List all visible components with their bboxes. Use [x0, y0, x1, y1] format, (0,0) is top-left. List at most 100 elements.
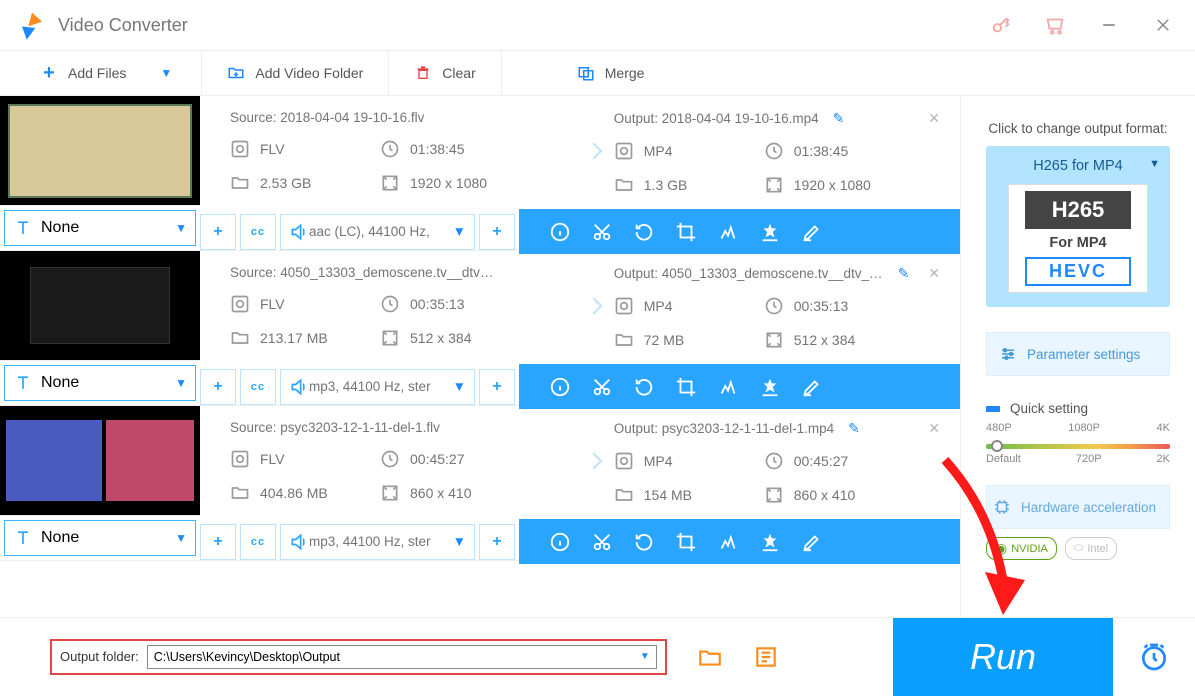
crop-icon[interactable] [675, 531, 697, 553]
merge-button[interactable]: Merge [552, 51, 670, 95]
subtitle-dropdown[interactable]: None ▼ [4, 365, 196, 401]
remove-item-button[interactable]: ✕ [928, 420, 940, 437]
output-folder-box: Output folder: C:\Users\Kevincy\Desktop\… [50, 639, 667, 675]
cart-icon[interactable] [1043, 13, 1067, 37]
add-subtitle-button[interactable]: + [200, 524, 236, 560]
cut-icon[interactable] [591, 221, 613, 243]
video-thumbnail[interactable] [0, 96, 200, 205]
output-resolution: 1920 x 1080 [794, 177, 871, 193]
key-icon[interactable] [989, 13, 1013, 37]
rotate-icon[interactable] [633, 376, 655, 398]
edit-output-button[interactable]: ✎ [833, 110, 845, 127]
effects-icon[interactable] [717, 531, 739, 553]
chevron-down-icon: ▼ [175, 221, 187, 235]
edit-output-button[interactable]: ✎ [898, 265, 910, 282]
parameter-settings-button[interactable]: Parameter settings [986, 332, 1170, 376]
audio-dropdown[interactable]: mp3, 44100 Hz, ster ▼ [280, 524, 475, 560]
edit-icon[interactable] [801, 221, 823, 243]
watermark-icon[interactable] [759, 221, 781, 243]
text-icon [13, 373, 33, 393]
audio-dropdown[interactable]: mp3, 44100 Hz, ster ▼ [280, 369, 475, 405]
crop-icon[interactable] [675, 221, 697, 243]
watermark-icon[interactable] [759, 376, 781, 398]
folder-icon [614, 175, 634, 195]
cc-button[interactable]: cc [240, 369, 276, 405]
cut-icon[interactable] [591, 531, 613, 553]
open-folder-button[interactable] [697, 644, 723, 670]
edit-output-button[interactable]: ✎ [848, 420, 860, 437]
format-icon [614, 296, 634, 316]
text-icon [13, 528, 33, 548]
effects-icon[interactable] [717, 221, 739, 243]
clear-button[interactable]: Clear [389, 51, 501, 95]
run-button[interactable]: Run [893, 618, 1113, 696]
format-icon [230, 294, 250, 314]
slider-handle[interactable] [991, 440, 1003, 452]
info-icon[interactable] [549, 221, 571, 243]
audio-value: mp3, 44100 Hz, ster [309, 379, 431, 394]
dimensions-icon [764, 175, 784, 195]
cc-button[interactable]: cc [240, 214, 276, 250]
rotate-icon[interactable] [633, 531, 655, 553]
schedule-button[interactable] [1138, 641, 1170, 673]
audio-dropdown[interactable]: aac (LC), 44100 Hz, ▼ [280, 214, 475, 250]
output-format: MP4 [644, 143, 673, 159]
output-format-button[interactable]: ▼ H265 for MP4 H265 For MP4 HEVC [986, 146, 1170, 307]
output-label: Output: 4050_13303_demoscene.tv__dtv_-..… [614, 266, 884, 281]
clock-icon [764, 141, 784, 161]
folder-icon [614, 330, 634, 350]
add-audio-button[interactable]: + [479, 369, 515, 405]
conversion-item: None ▼ Source: 2018-04-04 19-10-16.flv F… [0, 96, 960, 251]
folder-icon [614, 485, 634, 505]
output-folder-path: C:\Users\Kevincy\Desktop\Output [154, 650, 340, 664]
crop-icon[interactable] [675, 376, 697, 398]
info-icon[interactable] [549, 531, 571, 553]
chevron-down-icon: ▼ [175, 531, 187, 545]
chevron-down-icon: ▼ [453, 534, 466, 549]
source-format: FLV [260, 451, 285, 467]
add-files-button[interactable]: + Add Files ▼ [0, 51, 202, 95]
subtitle-dropdown[interactable]: None ▼ [4, 210, 196, 246]
chevron-down-icon[interactable]: ▼ [156, 66, 176, 80]
close-button[interactable] [1151, 13, 1175, 37]
quality-slider[interactable] [986, 444, 1170, 449]
format-icon [614, 451, 634, 471]
effects-icon[interactable] [717, 376, 739, 398]
hevc-badge: HEVC [1025, 257, 1131, 286]
watermark-icon[interactable] [759, 531, 781, 553]
output-resolution: 512 x 384 [794, 332, 856, 348]
quick-setting-panel: Quick setting 480P 1080P 4K Default 720P… [986, 401, 1170, 465]
folder-icon [230, 328, 250, 348]
add-audio-button[interactable]: + [479, 214, 515, 250]
info-icon[interactable] [549, 376, 571, 398]
source-format: FLV [260, 296, 285, 312]
add-folder-button[interactable]: Add Video Folder [202, 51, 389, 95]
source-label: Source: psyc3203-12-1-11-del-1.flv [230, 420, 440, 435]
nvidia-badge: ◉NVIDIA [986, 537, 1057, 560]
video-thumbnail[interactable] [0, 251, 200, 360]
edit-icon[interactable] [801, 531, 823, 553]
plus-icon: + [40, 64, 58, 82]
output-duration: 00:35:13 [794, 298, 849, 314]
video-thumbnail[interactable] [0, 406, 200, 515]
edit-icon[interactable] [801, 376, 823, 398]
playlist-button[interactable] [753, 644, 779, 670]
rotate-icon[interactable] [633, 221, 655, 243]
format-card: H265 For MP4 HEVC [1008, 184, 1148, 293]
cut-icon[interactable] [591, 376, 613, 398]
hardware-acceleration-toggle[interactable]: Hardware acceleration [986, 485, 1170, 529]
clock-icon [764, 451, 784, 471]
minimize-button[interactable] [1097, 13, 1121, 37]
chevron-down-icon: ▼ [453, 379, 466, 394]
subtitle-dropdown[interactable]: None ▼ [4, 520, 196, 556]
remove-item-button[interactable]: ✕ [928, 265, 940, 282]
add-subtitle-button[interactable]: + [200, 214, 236, 250]
cc-button[interactable]: cc [240, 524, 276, 560]
add-audio-button[interactable]: + [479, 524, 515, 560]
add-subtitle-button[interactable]: + [200, 369, 236, 405]
output-folder-dropdown[interactable]: C:\Users\Kevincy\Desktop\Output ▼ [147, 645, 657, 669]
remove-item-button[interactable]: ✕ [928, 110, 940, 127]
arrow-icon [584, 96, 604, 206]
source-size: 404.86 MB [260, 485, 328, 501]
merge-label: Merge [605, 65, 645, 81]
